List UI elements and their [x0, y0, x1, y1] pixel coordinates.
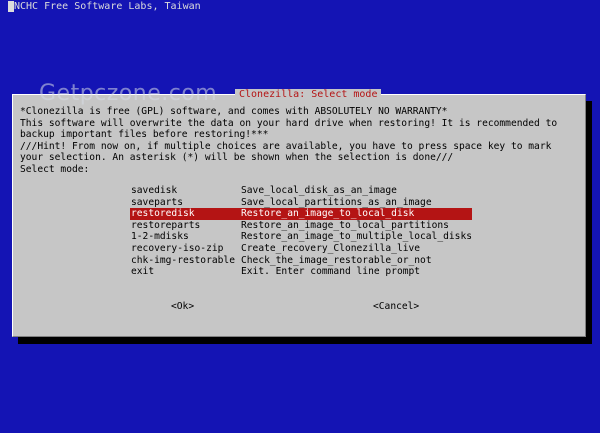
menu-item-savedisk[interactable]: savedisk Save_local_disk_as_an_image: [130, 185, 472, 197]
menu-item-desc: Restore_an_image_to_multiple_local_disks: [240, 231, 472, 243]
ok-button[interactable]: <Ok>: [171, 301, 194, 312]
menu-item-1-2-mdisks[interactable]: 1-2-mdisks Restore_an_image_to_multiple_…: [130, 231, 472, 243]
watermark: Getpczone.com: [39, 81, 218, 106]
menu-item-tag: chk-img-restorable: [131, 254, 235, 266]
dialog-message: *Clonezilla is free (GPL) software, and …: [20, 106, 557, 176]
select-mode-dialog: Getpczone.com Clonezilla: Select mode *C…: [12, 81, 586, 337]
message-line: This software will overwrite the data on…: [20, 117, 558, 129]
message-line: ///Hint! From now on, if multiple choice…: [20, 140, 552, 152]
menu-item-saveparts[interactable]: saveparts Save_local_partitions_as_an_im…: [130, 197, 472, 209]
terminal-screen: NCHC Free Software Labs, Taiwan Getpczon…: [0, 0, 600, 433]
menu-item-tag: 1-2-mdisks: [131, 231, 189, 243]
menu-item-tag: savedisk: [131, 185, 178, 196]
menu-item-tag: restoreparts: [131, 219, 201, 231]
menu-item-desc: Exit. Enter command line prompt: [241, 266, 421, 278]
menu-item-desc: Save_local_partitions_as_an_image: [241, 196, 432, 208]
cancel-button[interactable]: <Cancel>: [373, 301, 419, 312]
menu-item-chk-img-restorable[interactable]: chk-img-restorable Check_the_image_resto…: [130, 255, 472, 267]
menu-item-desc: Check_the_image_restorable_or_not: [241, 254, 432, 266]
message-line: backup important files before restoring!…: [20, 129, 269, 141]
menu-item-restoredisk[interactable]: restoredisk Restore_an_image_to_local_di…: [130, 208, 472, 220]
menu-item-tag: restoredisk: [131, 208, 195, 220]
menu-item-tag: saveparts: [131, 196, 183, 208]
dialog-title: Clonezilla: Select mode: [235, 89, 382, 100]
header-bar: NCHC Free Software Labs, Taiwan: [8, 1, 201, 13]
menu-item-desc: Create_recovery_Clonezilla_live: [241, 242, 421, 254]
menu-item-recovery-iso-zip[interactable]: recovery-iso-zip Create_recovery_Clonezi…: [130, 243, 472, 255]
mode-menu: savedisk Save_local_disk_as_an_image sav…: [130, 185, 472, 278]
message-line: your selection. An asterisk (*) will be …: [20, 152, 454, 164]
menu-item-tag: exit: [131, 266, 155, 278]
message-line: *Clonezilla is free (GPL) software, and …: [20, 106, 448, 117]
menu-item-exit[interactable]: exit Exit. Enter command line prompt: [130, 266, 472, 278]
menu-item-desc: Restore_an_image_to_local_disk: [241, 208, 415, 220]
menu-item-desc: Save_local_disk_as_an_image: [241, 185, 397, 196]
menu-item-desc: Restore_an_image_to_local_partitions: [241, 219, 449, 231]
header-title: NCHC Free Software Labs, Taiwan: [14, 1, 201, 12]
select-mode-label: Select mode:: [20, 163, 90, 175]
menu-item-restoreparts[interactable]: restoreparts Restore_an_image_to_local_p…: [130, 220, 472, 232]
menu-item-tag: recovery-iso-zip: [131, 242, 224, 254]
